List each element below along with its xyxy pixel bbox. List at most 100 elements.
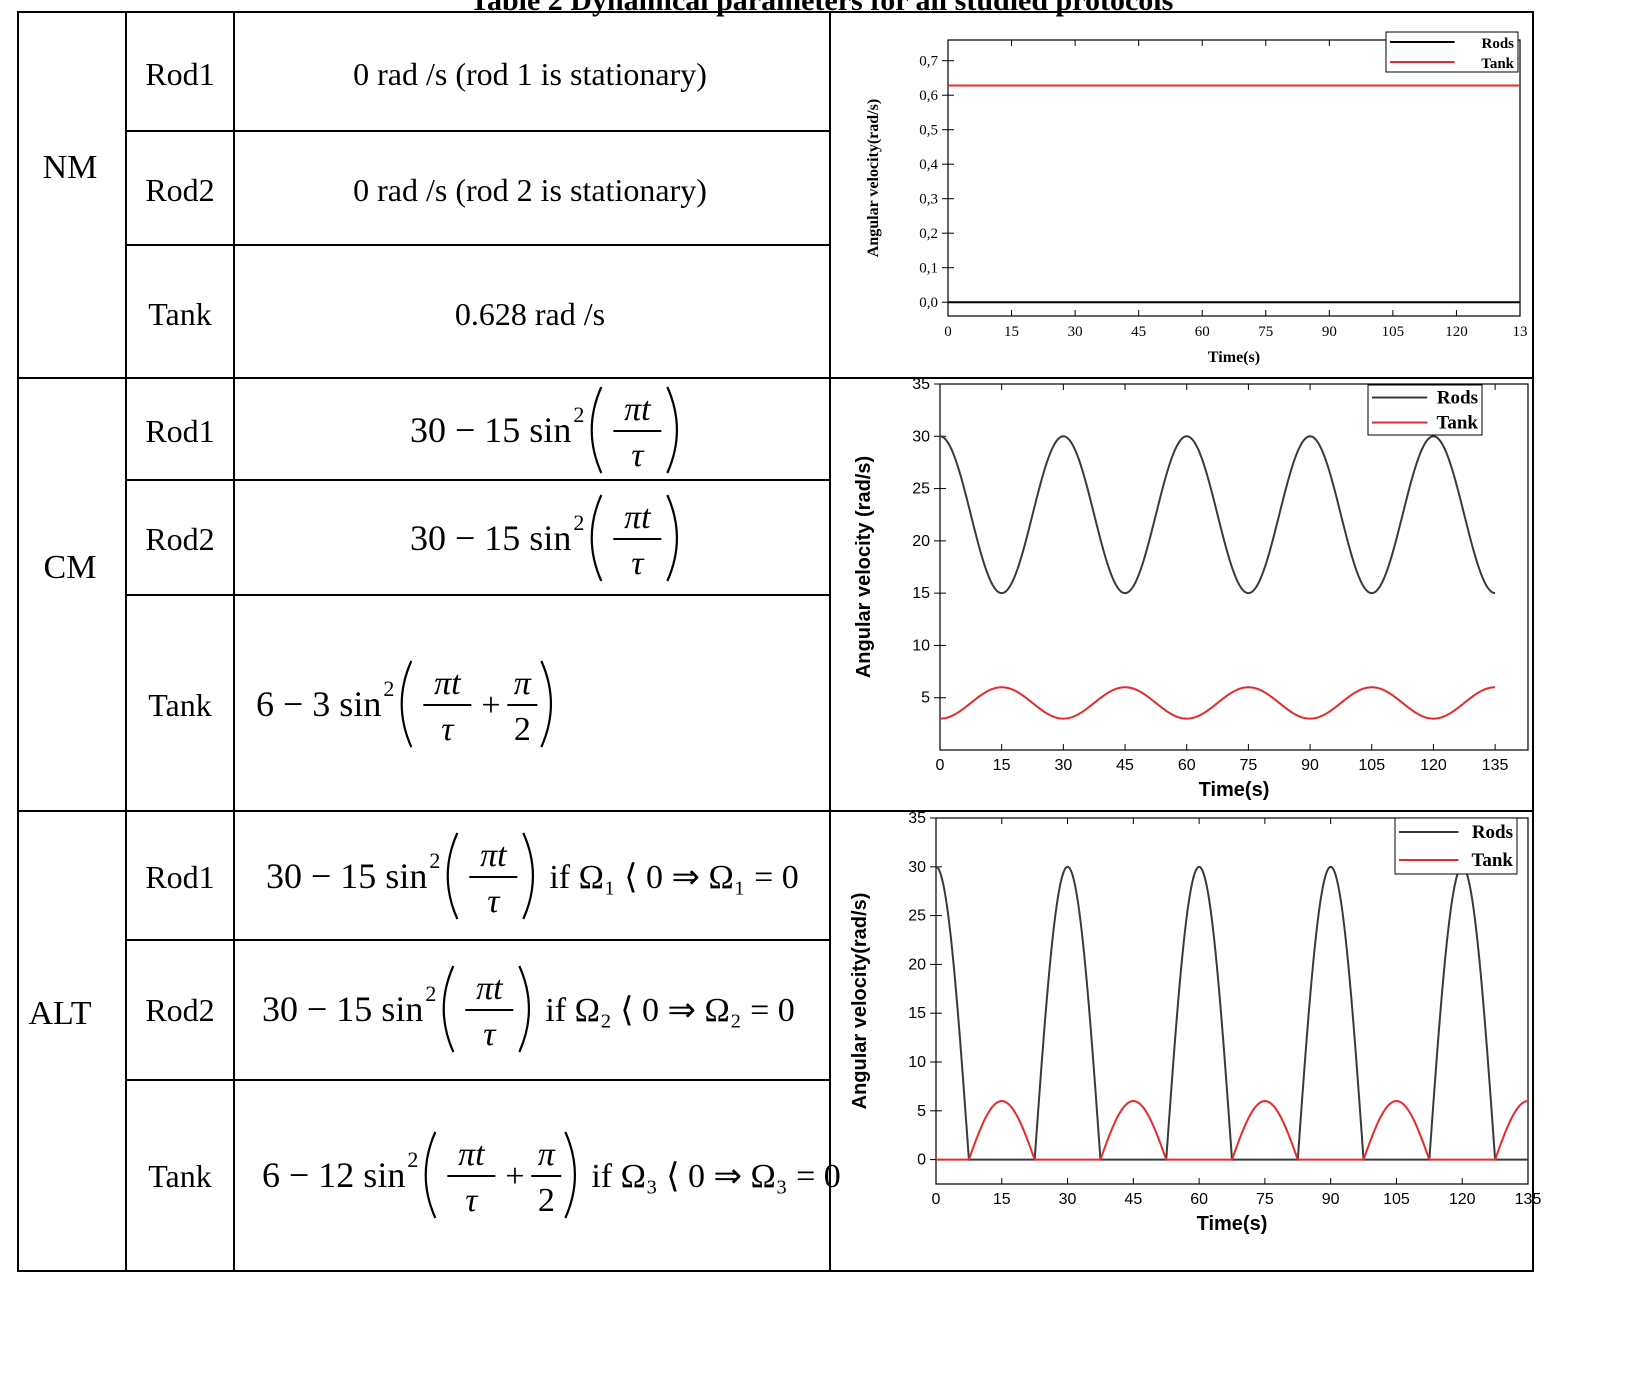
formula-lead: 6 − 12 sin: [262, 1155, 405, 1195]
charts-column: 0 15 30 45 60 75 90 105 120 130,00,10,20,30,40,50…: [849, 31, 1541, 1235]
formula-condition: if Ω₁ ⟨ 0 ⇒ Ω₁ = 0: [549, 859, 798, 896]
legend-label: Rods: [1472, 822, 1513, 843]
formula-lead: 30 − 15 sin: [410, 410, 571, 450]
left-paren: [590, 494, 603, 582]
formula-exponent: 2: [573, 510, 584, 535]
y-tick-label: 25: [912, 481, 930, 498]
x-tick-label: 120: [1445, 324, 1468, 340]
fraction-numerator: πt: [624, 391, 652, 428]
legend-label: Tank: [1436, 413, 1478, 434]
left-paren: [590, 386, 603, 474]
chart-cm: 0 15 30 45 60 75 90 105 120 135 5 10 15 20 25 30 35 Time(…: [853, 376, 1529, 801]
legend-label: Rods: [1481, 36, 1514, 52]
fraction-numerator: π: [514, 665, 532, 702]
legend-label: Tank: [1481, 56, 1514, 72]
x-axis-label: Time(s): [1208, 349, 1260, 366]
formula-condition: if Ω₃ ⟨ 0 ⇒ Ω₃ = 0: [591, 1158, 840, 1195]
table-border: [17, 11, 1534, 1272]
y-tick-label: 5: [921, 690, 930, 707]
expression-cell: 30 − 15 sin 2 πt τ: [410, 494, 679, 582]
y-tick-label: 10: [912, 637, 930, 654]
x-tick-label: 60: [1195, 324, 1210, 340]
row-label: Rod1: [145, 413, 214, 449]
fraction-numerator: πt: [624, 499, 652, 536]
fraction-denominator: τ: [631, 437, 645, 474]
x-tick-label: 105: [1382, 324, 1405, 340]
formula-lead: 30 − 15 sin: [262, 989, 423, 1029]
fraction-denominator: τ: [465, 1182, 479, 1219]
row-label: Rod2: [145, 521, 214, 557]
right-paren: [522, 832, 535, 920]
x-tick-label: 15: [993, 757, 1011, 774]
x-tick-label: 90: [1301, 757, 1319, 774]
x-tick-label: 105: [1358, 757, 1385, 774]
y-tick-label: 15: [908, 1005, 926, 1022]
y-tick-label: 5: [917, 1103, 926, 1120]
table-grid: [17, 11, 1534, 1272]
x-tick-label: 75: [1239, 757, 1257, 774]
chart-nm: 0 15 30 45 60 75 90 105 120 13 0,0 0,1 0,2 0,3 0,4 0,5 0…: [865, 31, 1528, 366]
x-tick-label: 105: [1383, 1191, 1410, 1208]
x-tick-label: 45: [1124, 1191, 1142, 1208]
right-paren: [666, 494, 679, 582]
protocol-label: ALT: [29, 995, 92, 1032]
y-tick-label: 35: [908, 810, 926, 827]
x-axis-label: Time(s): [1199, 779, 1270, 801]
x-tick-label: 15: [993, 1191, 1011, 1208]
x-tick-label: 15: [1004, 324, 1019, 340]
formula-exponent: 2: [573, 402, 584, 427]
y-tick-label: 0,3: [919, 192, 938, 208]
x-tick-label: 75: [1258, 324, 1273, 340]
row-label: Tank: [148, 296, 212, 332]
fraction-numerator: π: [538, 1136, 556, 1173]
row-label: Rod1: [145, 859, 214, 895]
expression-cell: 30 − 15 sin 2 πt τ: [410, 386, 679, 474]
fraction-denominator: τ: [487, 883, 501, 920]
y-tick-label: 0,2: [919, 226, 938, 242]
series-rods-line: [935, 865, 1528, 1161]
expression-text: 0 rad /s (rod 1 is stationary): [353, 56, 707, 92]
chart-legend: Rods Tank: [1385, 31, 1519, 73]
series-tank-line: [939, 686, 1496, 720]
y-tick-label: 30: [908, 859, 926, 876]
expression-cell: 30 − 15 sin 2 πt τ if Ω₁ ⟨ 0 ⇒ Ω₁ = 0: [266, 832, 799, 920]
row-label: Tank: [148, 687, 212, 723]
legend-label: Rods: [1437, 388, 1478, 409]
y-tick-label: 30: [912, 428, 930, 445]
expression-cell: 6 − 12 sin 2 πtτ+π2if Ω₃ ⟨ 0 ⇒ Ω₃ = 0: [262, 1131, 841, 1219]
x-tick-label: 135: [1482, 757, 1509, 774]
formula-exponent: 2: [383, 676, 394, 701]
legend-label: Tank: [1471, 850, 1513, 871]
protocol-table: NM Rod1 0 rad /s (rod 1 is stationary) Rod2…: [17, 11, 1541, 1272]
chart-legend: Rods Tank: [1394, 817, 1518, 875]
chart-alt: 0 15 30 45 60 75 90 105 120 135 0 5 10 15 20 25 30 35 Time…: [849, 810, 1541, 1235]
y-tick-label: 0: [917, 1152, 926, 1169]
fraction-numerator: πt: [458, 1136, 486, 1173]
fraction-denominator: τ: [441, 711, 455, 748]
fraction-denominator: τ: [483, 1016, 497, 1053]
plus-sign: +: [505, 1158, 524, 1195]
x-tick-label: 30: [1059, 1191, 1077, 1208]
y-tick-label: 0,6: [919, 88, 938, 104]
y-axis-label: Angular velocity(rad/s): [849, 893, 871, 1110]
right-paren: [540, 660, 553, 748]
plus-sign: +: [481, 687, 500, 724]
y-tick-label: 20: [912, 533, 930, 550]
chart-legend: Rods Tank: [1367, 384, 1483, 436]
left-paren: [446, 832, 459, 920]
y-tick-label: 20: [908, 956, 926, 973]
expression-cell: 30 − 15 sin 2 πt τ if Ω₂ ⟨ 0 ⇒ Ω₂ = 0: [262, 965, 795, 1053]
y-tick-label: 35: [912, 376, 930, 393]
right-paren: [564, 1131, 577, 1219]
row-label: Rod2: [145, 172, 214, 208]
expression-cell: 0 rad /s (rod 2 is stationary): [353, 172, 707, 208]
formula-lead: 30 − 15 sin: [266, 856, 427, 896]
expression-text: 0.628 rad /s: [455, 296, 605, 332]
formula-exponent: 2: [407, 1147, 418, 1172]
protocol-label: CM: [44, 549, 97, 586]
x-tick-label: 45: [1131, 324, 1146, 340]
y-tick-label: 15: [912, 585, 930, 602]
y-axis-label: Angular velocity(rad/s): [865, 99, 882, 257]
y-tick-label: 0,0: [919, 295, 938, 311]
series-rods-line: [939, 435, 1496, 595]
